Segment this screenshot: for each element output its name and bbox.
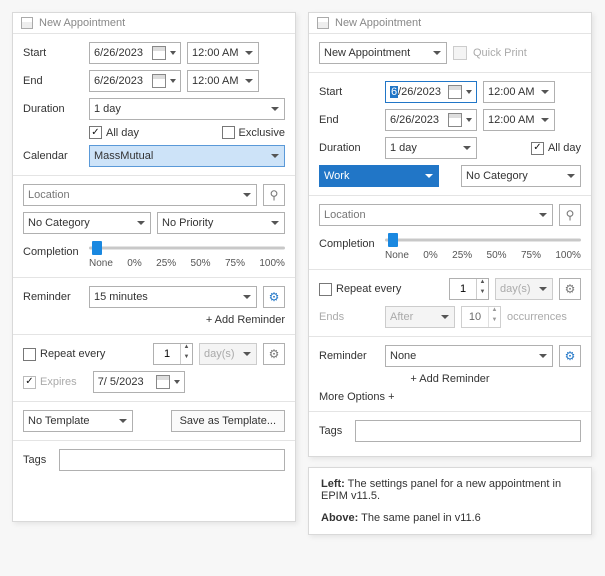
reminder-label: Reminder <box>23 291 83 303</box>
end-label: End <box>319 114 379 126</box>
repeat-unit: day(s) <box>199 343 257 365</box>
completion-label: Completion <box>319 232 379 250</box>
titlebar-left: New Appointment <box>13 13 295 34</box>
repeat-unit: day(s) <box>495 278 553 300</box>
map-pin-icon[interactable]: ⚲ <box>559 204 581 226</box>
end-date[interactable]: 6/26/2023 <box>89 70 181 92</box>
allday-checkbox[interactable]: All day <box>89 126 139 139</box>
calendar-icon <box>21 17 33 29</box>
duration-select[interactable]: 1 day <box>89 98 285 120</box>
calendar-select[interactable]: Work <box>319 165 439 187</box>
calendar-select[interactable]: MassMutual <box>89 145 285 167</box>
type-select[interactable]: New Appointment <box>319 42 447 64</box>
completion-ticks: None0%25%50%75%100% <box>385 248 581 261</box>
start-date[interactable]: 6/26/2023 <box>385 81 477 103</box>
tags-label: Tags <box>319 425 349 437</box>
panel-right: New Appointment New Appointment Quick Pr… <box>308 12 592 457</box>
repeat-count[interactable]: ▲▼ <box>449 278 489 300</box>
start-label: Start <box>319 86 379 98</box>
quick-print: Quick Print <box>453 46 527 60</box>
map-pin-icon[interactable]: ⚲ <box>263 184 285 206</box>
printer-icon <box>453 46 467 60</box>
end-label: End <box>23 75 83 87</box>
reminder-label: Reminder <box>319 350 379 362</box>
gear-icon[interactable]: ⚙ <box>263 286 285 308</box>
end-date[interactable]: 6/26/2023 <box>385 109 477 131</box>
start-time[interactable]: 12:00 AM <box>187 42 259 64</box>
tags-input[interactable] <box>355 420 581 442</box>
end-time[interactable]: 12:00 AM <box>187 70 259 92</box>
end-time[interactable]: 12:00 AM <box>483 109 555 131</box>
repeat-count[interactable]: ▲▼ <box>153 343 193 365</box>
reminder-select[interactable]: None <box>385 345 553 367</box>
location-input[interactable]: Location <box>319 204 553 226</box>
repeat-gear-icon[interactable]: ⚙ <box>559 278 581 300</box>
calendar-label: Calendar <box>23 150 83 162</box>
reminder-select[interactable]: 15 minutes <box>89 286 257 308</box>
titlebar-right: New Appointment <box>309 13 591 34</box>
start-time[interactable]: 12:00 AM <box>483 81 555 103</box>
ends-label: Ends <box>319 311 379 323</box>
exclusive-checkbox[interactable]: Exclusive <box>222 126 285 139</box>
allday-checkbox[interactable]: All day <box>531 142 581 155</box>
duration-label: Duration <box>319 142 379 154</box>
more-options-link[interactable]: More Options + <box>319 391 395 403</box>
repeat-gear-icon[interactable]: ⚙ <box>263 343 285 365</box>
repeat-checkbox[interactable]: Repeat every <box>319 283 401 296</box>
ends-select: After <box>385 306 455 328</box>
title-text: New Appointment <box>39 17 125 29</box>
completion-slider[interactable] <box>89 240 285 256</box>
ends-unit: occurrences <box>507 311 567 323</box>
expires-date[interactable]: 7/ 5/2023 <box>93 371 185 393</box>
duration-select[interactable]: 1 day <box>385 137 477 159</box>
template-select[interactable]: No Template <box>23 410 133 432</box>
caption-note: Left: The settings panel for a new appoi… <box>308 467 592 535</box>
tags-input[interactable] <box>59 449 285 471</box>
completion-label: Completion <box>23 240 83 258</box>
location-input[interactable]: Location <box>23 184 257 206</box>
start-date[interactable]: 6/26/2023 <box>89 42 181 64</box>
add-reminder-link[interactable]: + Add Reminder <box>206 314 285 326</box>
calendar-icon <box>317 17 329 29</box>
ends-count: ▲▼ <box>461 306 501 328</box>
add-reminder-link[interactable]: + Add Reminder <box>410 373 489 385</box>
priority-select[interactable]: No Priority <box>157 212 285 234</box>
gear-icon[interactable]: ⚙ <box>559 345 581 367</box>
start-label: Start <box>23 47 83 59</box>
expires-checkbox[interactable]: Expires <box>23 376 77 389</box>
title-text: New Appointment <box>335 17 421 29</box>
tags-label: Tags <box>23 454 53 466</box>
save-template-button[interactable]: Save as Template... <box>171 410 285 432</box>
duration-label: Duration <box>23 103 83 115</box>
completion-ticks: None0%25%50%75%100% <box>89 256 285 269</box>
category-select[interactable]: No Category <box>461 165 581 187</box>
completion-slider[interactable] <box>385 232 581 248</box>
category-select[interactable]: No Category <box>23 212 151 234</box>
panel-left: New Appointment Start 6/26/2023 12:00 AM… <box>12 12 296 522</box>
repeat-checkbox[interactable]: Repeat every <box>23 348 105 361</box>
